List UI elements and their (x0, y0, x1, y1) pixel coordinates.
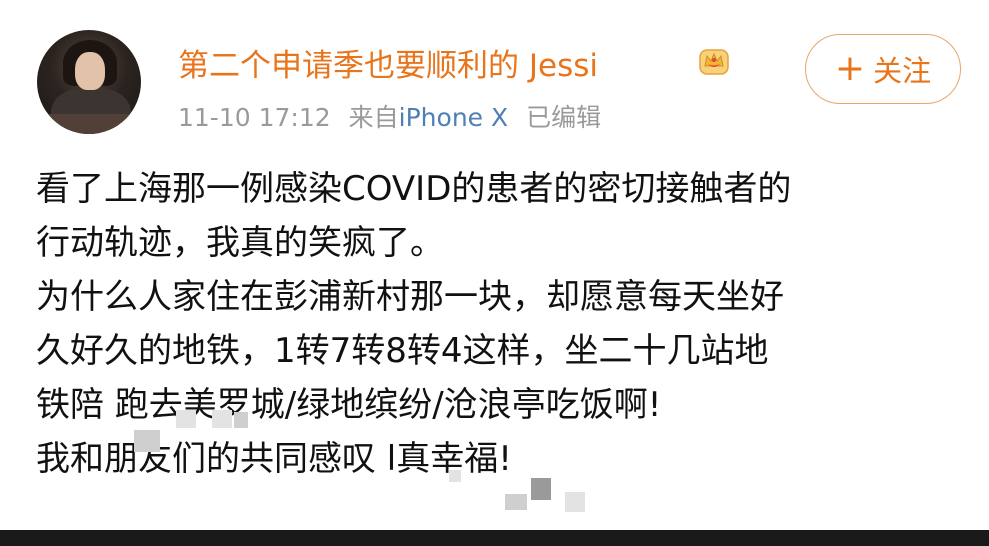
follow-label: 关注 (873, 54, 932, 88)
crown-badge-icon (699, 49, 729, 75)
redaction-block (176, 410, 196, 428)
follow-button[interactable]: + 关注 (805, 34, 961, 104)
avatar[interactable] (37, 30, 141, 134)
redaction-block (531, 478, 551, 500)
redaction-block (234, 412, 248, 428)
content-line: 行动轨迹，我真的笑疯了。 (36, 223, 444, 263)
weibo-post: 第二个申请季也要顺利的 Jessi 11-10 17:12 来自iPhone X 已… (0, 0, 989, 546)
post-content: 看了上海那一例感染COVID的患者的密切接触者的 行动轨迹，我真的笑疯了。 为什… (36, 162, 966, 486)
avatar-face (75, 52, 105, 90)
redaction-block (212, 410, 232, 428)
plus-icon: + (834, 48, 866, 89)
post-time: 11-10 17:12 (178, 103, 331, 132)
avatar-desk (37, 114, 141, 134)
edited-label: 已编辑 (526, 103, 602, 132)
content-line: 久好久的地铁，1转7转8转4这样，坐二十几站地 (36, 331, 769, 371)
bottom-edge (0, 530, 989, 546)
redaction-block (134, 430, 160, 452)
content-line: 为什么人家住在彭浦新村那一块，却愿意每天坐好 (36, 277, 784, 317)
post-meta: 11-10 17:12 来自iPhone X 已编辑 (178, 98, 601, 134)
redaction-block (449, 470, 461, 482)
post-device[interactable]: iPhone X (399, 103, 508, 132)
content-line: 看了上海那一例感染COVID的患者的密切接触者的 (36, 169, 792, 209)
redaction-block (565, 492, 585, 512)
username[interactable]: 第二个申请季也要顺利的 Jessi (178, 40, 598, 85)
content-line: 我和朋友们的共同感叹 l真幸福! (36, 439, 512, 479)
source-prefix: 来自 (348, 103, 399, 132)
redaction-block (505, 494, 527, 510)
